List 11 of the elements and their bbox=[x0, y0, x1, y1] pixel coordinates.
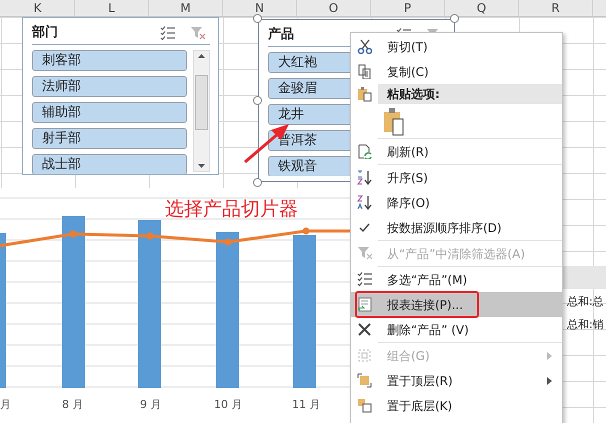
axis-label: 8 月 bbox=[62, 397, 84, 413]
axis-label: 10 月 bbox=[214, 397, 242, 413]
axis-label: 11 月 bbox=[292, 397, 320, 413]
axis-label: 9 月 bbox=[140, 397, 162, 413]
menu-section-header: 粘贴选项: bbox=[378, 84, 562, 104]
annotation-text: 选择产品切片器 bbox=[165, 197, 298, 222]
slicer-title: 产品 bbox=[268, 26, 295, 44]
table-cell-text: 总和:销 bbox=[567, 317, 604, 333]
axis-label: 月 bbox=[0, 397, 11, 413]
slicer-title: 部门 bbox=[32, 24, 59, 42]
table-cell-text: 总和:总 bbox=[567, 294, 604, 310]
